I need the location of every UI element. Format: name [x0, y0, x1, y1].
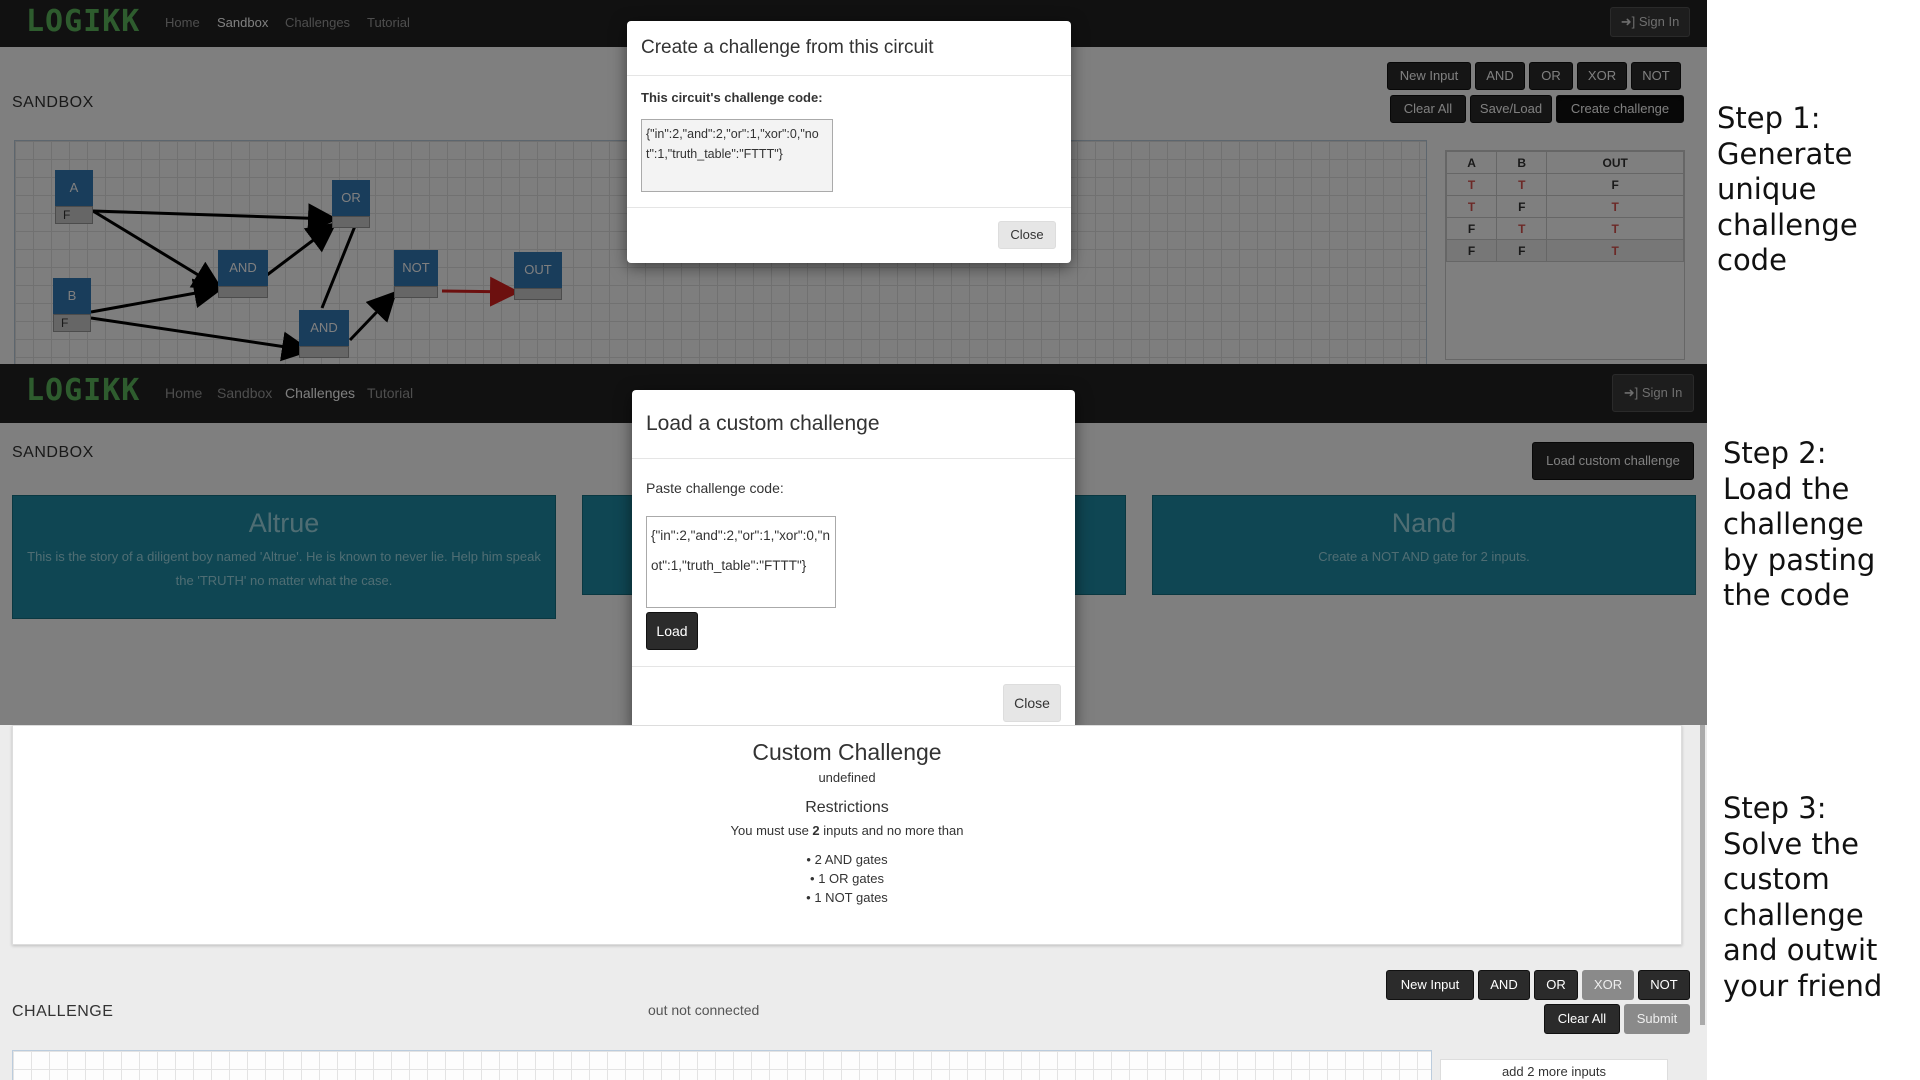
- new-input-button[interactable]: New Input: [1386, 970, 1474, 1000]
- load-challenge-modal: Load a custom challenge Paste challenge …: [632, 390, 1075, 725]
- caption-line: Generate: [1717, 136, 1853, 171]
- caption-line: unique: [1717, 172, 1817, 206]
- limit-text: 2 AND gates: [814, 852, 888, 867]
- limit-text: 1 OR gates: [818, 871, 884, 886]
- caption-line: your friend: [1723, 968, 1883, 1003]
- limits-list: • 2 AND gates • 1 OR gates • 1 NOT gates: [13, 850, 1681, 907]
- challenge-title: Custom Challenge: [752, 739, 942, 765]
- caption-line: by pasting: [1723, 542, 1876, 577]
- caption-line: the code: [1723, 578, 1850, 612]
- caption-line: Step 2:: [1723, 436, 1827, 470]
- caption-line: custom: [1723, 862, 1830, 896]
- caption-line: and outwit: [1723, 933, 1878, 967]
- composite-screenshot: LOGIKK Home Sandbox Challenges Tutorial …: [0, 0, 1920, 1080]
- limit-item: • 1 OR gates: [810, 871, 884, 886]
- and-button[interactable]: AND: [1478, 970, 1530, 1000]
- caption-line: challenge: [1723, 507, 1864, 541]
- divider: [627, 207, 1071, 208]
- create-challenge-modal: Create a challenge from this circuit Thi…: [627, 21, 1071, 263]
- restriction-suffix: inputs and no more than: [819, 823, 964, 838]
- step3-caption: Step 3: Solve the custom challenge and o…: [1723, 791, 1882, 1004]
- caption-line: challenge: [1723, 897, 1864, 932]
- submit-button[interactable]: Submit: [1624, 1004, 1690, 1034]
- caption-line: Solve the: [1723, 826, 1860, 861]
- clear-all-button[interactable]: Clear All: [1544, 1004, 1620, 1034]
- page-heading: CHALLENGE: [12, 1003, 114, 1020]
- caption-line: Step 1:: [1717, 101, 1821, 135]
- circuit-canvas[interactable]: [12, 1050, 1432, 1080]
- close-button[interactable]: Close: [998, 221, 1056, 249]
- load-button[interactable]: Load: [646, 612, 698, 650]
- divider: [632, 458, 1075, 459]
- hint-box: add 2 more inputs: [1440, 1059, 1668, 1080]
- challenge-code-label: This circuit's challenge code:: [641, 90, 823, 105]
- xor-button[interactable]: XOR: [1582, 970, 1634, 1000]
- limit-text: 1 NOT gates: [814, 890, 888, 905]
- divider: [632, 666, 1075, 667]
- scrollbar[interactable]: [1700, 725, 1705, 1025]
- step1-caption: Step 1: Generate unique challenge code: [1717, 101, 1858, 279]
- caption-line: Load the: [1723, 471, 1850, 506]
- limit-item: • 1 NOT gates: [806, 890, 888, 905]
- challenge-info-box: Custom Challenge undefined Restrictions …: [12, 725, 1682, 945]
- status-text: out not connected: [648, 1002, 760, 1018]
- close-button[interactable]: Close: [1003, 684, 1061, 722]
- not-button[interactable]: NOT: [1638, 970, 1690, 1000]
- panel-challenges-load: LOGIKK Home Sandbox Challenges Tutorial …: [0, 364, 1707, 725]
- challenge-code-input[interactable]: {"in":2,"and":2,"or":1,"xor":0,"not":1,"…: [646, 516, 836, 608]
- restriction-text: You must use 2 inputs and no more than: [13, 823, 1681, 838]
- or-button[interactable]: OR: [1534, 970, 1578, 1000]
- caption-line: Step 3:: [1723, 791, 1827, 825]
- panel-custom-challenge: Custom Challenge undefined Restrictions …: [0, 725, 1707, 1080]
- modal-title: Create a challenge from this circuit: [641, 37, 934, 58]
- caption-line: code: [1717, 243, 1787, 277]
- challenge-code-output[interactable]: {"in":2,"and":2,"or":1,"xor":0,"not":1,"…: [641, 119, 833, 192]
- caption-line: challenge: [1717, 207, 1858, 242]
- modal-title: Load a custom challenge: [646, 412, 880, 435]
- restriction-prefix: You must use: [730, 823, 813, 838]
- panel-sandbox-create: LOGIKK Home Sandbox Challenges Tutorial …: [0, 0, 1707, 364]
- paste-code-label: Paste challenge code:: [646, 480, 784, 496]
- step2-caption: Step 2: Load the challenge by pasting th…: [1723, 436, 1875, 614]
- restrictions-heading: Restrictions: [805, 799, 889, 816]
- restriction-count: 2: [812, 823, 820, 838]
- limit-item: • 2 AND gates: [806, 852, 888, 867]
- challenge-subtitle: undefined: [818, 770, 876, 785]
- divider: [627, 75, 1071, 76]
